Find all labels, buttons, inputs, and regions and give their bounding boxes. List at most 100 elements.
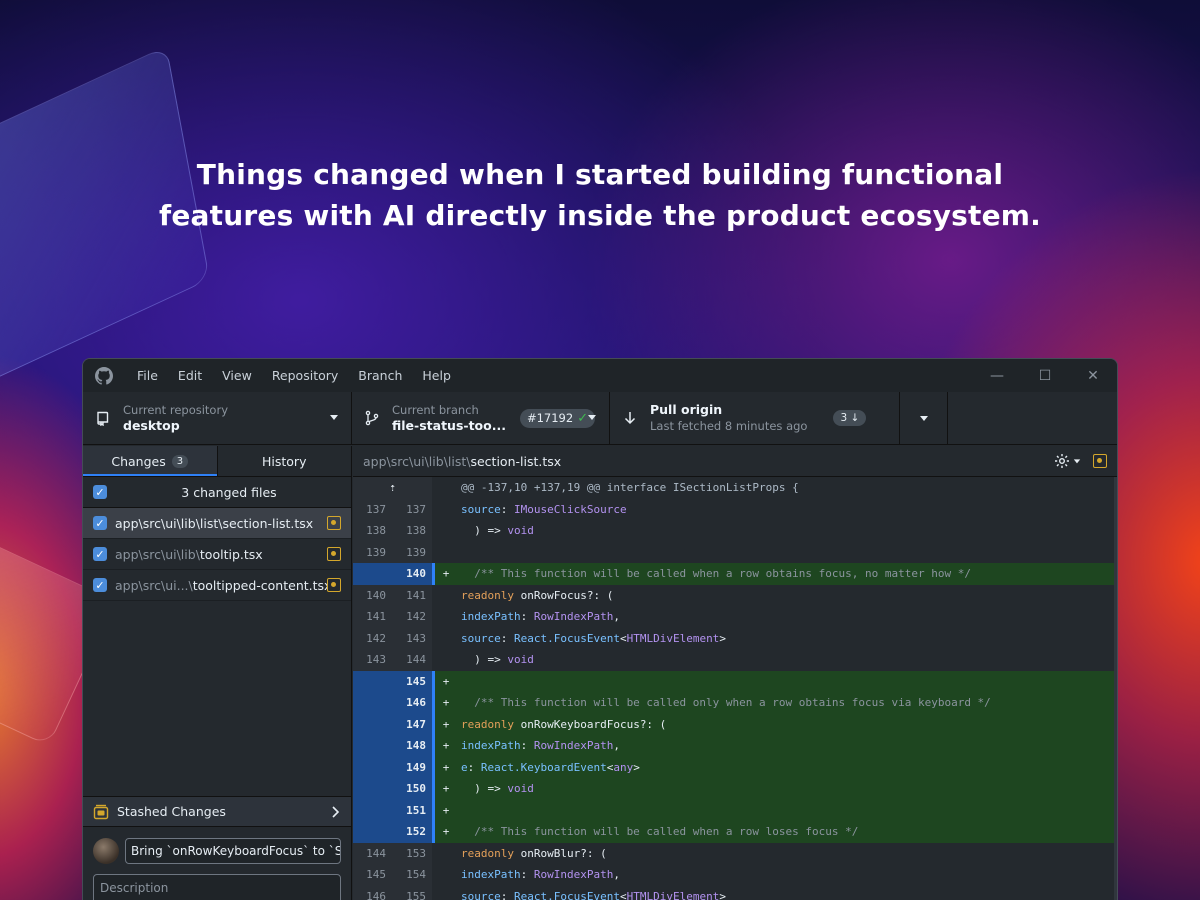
code-text: [457, 670, 1117, 692]
code-text: ) => void: [461, 524, 534, 538]
new-line-number: 139: [392, 541, 432, 563]
minimize-button[interactable]: —: [973, 359, 1021, 392]
added-line: 151 +: [353, 799, 1117, 821]
new-line-number: 152: [392, 821, 432, 843]
old-line-number: 142: [353, 627, 392, 649]
gutter-separator: [432, 886, 435, 900]
code-text: ) => void: [461, 653, 534, 667]
code-text: readonly onRowBlur?: (: [461, 846, 607, 860]
caret-down-icon: [919, 416, 928, 421]
gutter-separator: [432, 477, 435, 499]
avatar: [93, 838, 119, 864]
changes-count-badge: 3: [171, 454, 189, 468]
stash-icon: [93, 804, 109, 819]
old-line-number: [353, 799, 392, 821]
pull-origin-button[interactable]: Pull origin Last fetched 8 minutes ago 3…: [610, 392, 900, 444]
code-text: /** This function will be called when a …: [457, 563, 1117, 585]
tab-changes[interactable]: Changes 3: [83, 446, 217, 476]
added-line: 145 +: [353, 670, 1117, 692]
changed-files-header: ✓ 3 changed files: [83, 477, 351, 508]
code-text: ) => void: [457, 778, 1117, 800]
gutter-separator: [432, 542, 435, 564]
app-window: File Edit View Repository Branch Help — …: [82, 358, 1118, 900]
tab-changes-label: Changes: [111, 453, 166, 469]
context-line: 144 153 readonly onRowBlur?: (: [353, 842, 1117, 864]
old-line-number: [353, 735, 392, 757]
new-line-number: 147: [392, 713, 432, 735]
menu-repository[interactable]: Repository: [262, 368, 348, 383]
expand-hunk-icon[interactable]: ⇡: [353, 477, 432, 499]
pull-request-badge[interactable]: #17192 ✓: [519, 408, 596, 428]
caret-down-icon: [1073, 459, 1081, 464]
new-line-number: 146: [392, 692, 432, 714]
old-line-number: [353, 692, 392, 714]
menu-file[interactable]: File: [127, 368, 168, 383]
file-row[interactable]: ✓ app\src\ui...\tooltipped-content.tsx: [83, 570, 351, 601]
diff-header: app\src\ui\lib\list\section-list.tsx: [353, 446, 1117, 477]
diff-code: ⇡ @@ -137,10 +137,19 @@ interface ISecti…: [353, 477, 1117, 900]
context-line: 141 142 indexPath: RowIndexPath,: [353, 606, 1117, 628]
menu-branch[interactable]: Branch: [348, 368, 412, 383]
arrow-down-icon: [624, 412, 636, 425]
modified-icon: [1093, 454, 1107, 468]
added-line: 146 + /** This function will be called on…: [353, 692, 1117, 714]
menu-view[interactable]: View: [212, 368, 262, 383]
diff-view: app\src\ui\lib\list\section-list.tsx ⇡ @…: [353, 446, 1117, 900]
commit-description-input[interactable]: Description: [93, 874, 341, 900]
old-line-number: [353, 563, 392, 585]
gutter-separator: [432, 585, 435, 607]
repo-caption: Current repository: [123, 403, 228, 417]
gutter-separator: [432, 649, 435, 671]
chevron-right-icon: [332, 805, 340, 818]
line-sign: +: [435, 739, 457, 753]
file-row[interactable]: ✓ app\src\ui\lib\tooltip.tsx: [83, 539, 351, 570]
current-repository-button[interactable]: Current repository desktop: [83, 392, 352, 444]
stashed-changes-button[interactable]: Stashed Changes: [83, 796, 351, 827]
maximize-button[interactable]: ☐: [1021, 359, 1069, 392]
file-checkbox[interactable]: ✓: [93, 578, 107, 592]
file-name: tooltipped-content.tsx: [192, 577, 327, 593]
old-line-number: 141: [353, 606, 392, 628]
file-checkbox[interactable]: ✓: [93, 547, 107, 561]
new-line-number: 140: [392, 563, 432, 585]
line-sign: +: [435, 760, 457, 774]
old-line-number: 139: [353, 541, 392, 563]
menu-help[interactable]: Help: [412, 368, 461, 383]
current-branch-button[interactable]: Current branch file-status-too... #17192…: [352, 392, 610, 444]
code-text: indexPath: RowIndexPath,: [461, 610, 620, 624]
select-all-checkbox[interactable]: ✓: [93, 485, 107, 499]
file-path: app\src\ui...\tooltipped-content.tsx: [115, 578, 327, 593]
diff-settings-button[interactable]: [1054, 453, 1081, 469]
menu-edit[interactable]: Edit: [168, 368, 212, 383]
line-sign: +: [435, 717, 457, 731]
new-line-number: 149: [392, 756, 432, 778]
file-dir: app\src\ui\lib\list\: [115, 515, 223, 531]
sidebar: Changes 3 History ✓ 3 changed files ✓ ap…: [83, 446, 352, 900]
new-line-number: 154: [392, 864, 432, 886]
context-line: 143 144 ) => void: [353, 649, 1117, 671]
incoming-commits-badge: 3 ↓: [833, 410, 867, 426]
gutter-separator: [432, 606, 435, 628]
old-line-number: 143: [353, 649, 392, 671]
line-sign: +: [435, 674, 457, 688]
caret-down-icon: [330, 415, 338, 420]
gutter-separator: [432, 499, 435, 521]
code-text: readonly onRowFocus?: (: [461, 588, 614, 602]
pull-options-dropdown[interactable]: [900, 392, 948, 444]
hunk-text: @@ -137,10 +137,19 @@ interface ISection…: [461, 481, 799, 495]
old-line-number: 145: [353, 864, 392, 886]
close-button[interactable]: ✕: [1069, 359, 1117, 392]
diff-file-name: section-list.tsx: [470, 453, 562, 469]
headline: Things changed when I started building f…: [0, 154, 1200, 236]
tab-history[interactable]: History: [216, 446, 352, 476]
old-line-number: 140: [353, 584, 392, 606]
repo-icon: [97, 411, 109, 426]
file-checkbox[interactable]: ✓: [93, 516, 107, 530]
gear-icon: [1055, 454, 1069, 468]
file-row[interactable]: ✓ app\src\ui\lib\list\section-list.tsx: [83, 508, 351, 539]
new-line-number: 151: [392, 799, 432, 821]
old-line-number: 138: [353, 520, 392, 542]
commit-summary-input[interactable]: Bring `onRowKeyboardFocus` to `Se: [125, 838, 341, 864]
diff-scrollbar[interactable]: [1114, 477, 1117, 900]
gutter-separator: [432, 628, 435, 650]
